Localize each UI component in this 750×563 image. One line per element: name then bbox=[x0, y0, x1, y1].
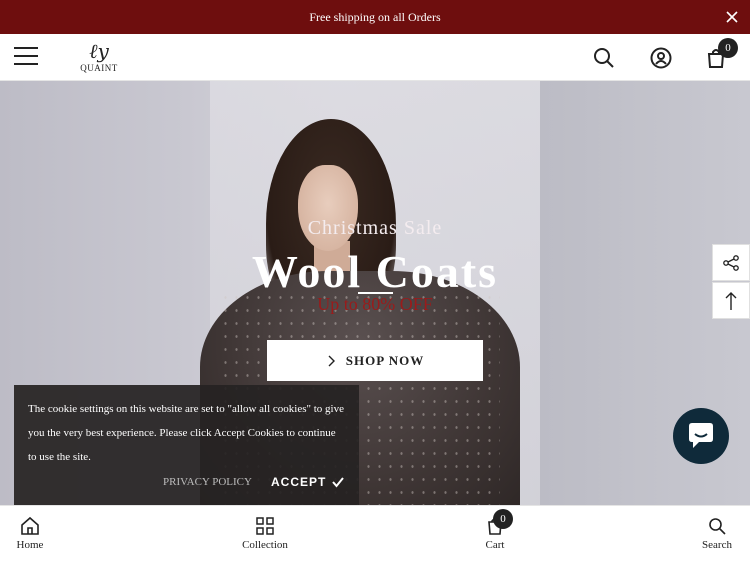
cookie-text: The cookie settings on this website are … bbox=[28, 403, 344, 463]
search-icon bbox=[709, 518, 726, 535]
nav-home-label: Home bbox=[16, 539, 44, 551]
share-button[interactable] bbox=[712, 244, 750, 281]
nav-cart-label: Cart bbox=[485, 539, 505, 551]
accept-cookies-button[interactable]: ACCEPT bbox=[271, 475, 345, 489]
bottom-navigation: Home Collection Cart Search bbox=[0, 505, 750, 563]
logo-text: QUAINT bbox=[80, 63, 118, 73]
search-icon[interactable] bbox=[592, 46, 616, 70]
chat-button[interactable] bbox=[673, 408, 729, 464]
nav-collection[interactable]: Collection bbox=[220, 506, 310, 563]
menu-icon[interactable] bbox=[14, 47, 38, 67]
account-icon[interactable] bbox=[649, 46, 673, 70]
hero-offer: Up to 80% OFF bbox=[317, 294, 433, 314]
privacy-policy-link[interactable]: PRIVACY POLICY bbox=[163, 476, 252, 488]
cart-count-badge: 0 bbox=[718, 38, 738, 58]
nav-search[interactable]: Search bbox=[672, 506, 750, 563]
announcement-text: Free shipping on all Orders bbox=[309, 9, 441, 24]
arrow-up-icon bbox=[725, 291, 737, 310]
shop-now-label: SHOP NOW bbox=[345, 352, 425, 368]
close-icon[interactable] bbox=[724, 9, 740, 25]
logo-mark: ℓy bbox=[89, 39, 109, 63]
cookie-actions: PRIVACY POLICY ACCEPT bbox=[14, 475, 359, 495]
site-header: ℓy QUAINT bbox=[0, 34, 750, 81]
chat-icon bbox=[689, 423, 713, 448]
home-icon bbox=[21, 516, 39, 535]
accept-label: ACCEPT bbox=[271, 475, 327, 489]
site-logo[interactable]: ℓy QUAINT bbox=[78, 39, 120, 79]
chevron-right-icon bbox=[328, 355, 335, 366]
share-icon bbox=[723, 254, 739, 271]
hero-subtitle: Christmas Sale bbox=[307, 217, 443, 239]
grid-icon bbox=[256, 517, 274, 535]
check-icon bbox=[332, 477, 345, 488]
back-to-top-button[interactable] bbox=[712, 282, 750, 319]
hero-title: Wool Coats bbox=[251, 246, 499, 297]
announcement-bar: Free shipping on all Orders bbox=[0, 0, 750, 34]
cookie-banner: The cookie settings on this website are … bbox=[14, 385, 359, 505]
nav-cart-badge: 0 bbox=[493, 509, 513, 529]
nav-collection-label: Collection bbox=[242, 539, 288, 551]
shop-now-button[interactable]: SHOP NOW bbox=[267, 340, 483, 381]
nav-search-label: Search bbox=[702, 539, 732, 551]
nav-home[interactable]: Home bbox=[0, 506, 75, 563]
